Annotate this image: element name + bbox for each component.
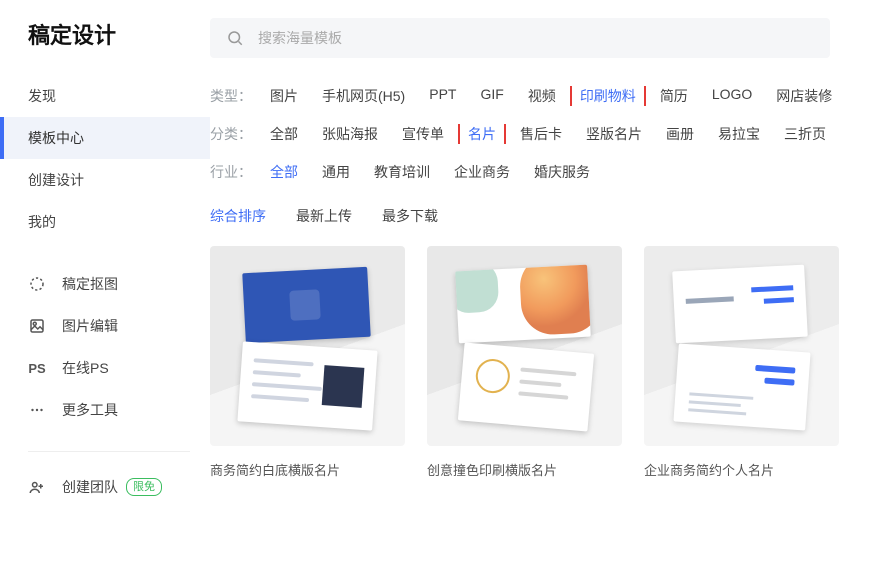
template-card[interactable]: 创意撞色印刷横版名片 — [427, 246, 622, 479]
nav-main: 发现 模板中心 创建设计 我的 — [0, 75, 210, 243]
type-gif[interactable]: GIF — [480, 86, 503, 106]
template-thumb — [427, 246, 622, 446]
search-input[interactable] — [256, 29, 814, 47]
team-badge: 限免 — [126, 478, 162, 496]
cat-book[interactable]: 画册 — [666, 124, 694, 144]
type-ppt[interactable]: PPT — [429, 86, 456, 106]
template-title: 创意撞色印刷横版名片 — [427, 460, 622, 479]
cat-trifold[interactable]: 三折页 — [784, 124, 826, 144]
filter-cat-row: 分类： 全部 张贴海报 宣传单 名片 售后卡 竖版名片 画册 易拉宝 三折页 — [210, 124, 876, 144]
main: 类型： 图片 手机网页(H5) PPT GIF 视频 印刷物料 简历 LOGO … — [210, 0, 880, 565]
template-card[interactable]: 企业商务简约个人名片 — [644, 246, 839, 479]
nav-create[interactable]: 创建设计 — [0, 159, 210, 201]
ind-general[interactable]: 通用 — [322, 162, 350, 182]
sidebar: 稿定设计 发现 模板中心 创建设计 我的 稿定抠图 图片编辑 PS 在线PS 更… — [0, 0, 210, 565]
create-team[interactable]: 创建团队 限免 — [0, 466, 210, 508]
sort-newest[interactable]: 最新上传 — [296, 206, 352, 226]
type-video[interactable]: 视频 — [528, 86, 556, 106]
template-thumb — [644, 246, 839, 446]
more-icon — [28, 401, 46, 419]
type-image[interactable]: 图片 — [270, 86, 298, 106]
filter-label: 类型： — [210, 86, 270, 106]
ps-icon: PS — [28, 359, 46, 377]
sort-row: 综合排序 最新上传 最多下载 — [210, 206, 880, 226]
filters: 类型： 图片 手机网页(H5) PPT GIF 视频 印刷物料 简历 LOGO … — [210, 86, 880, 182]
nav-label: 创建设计 — [28, 170, 84, 190]
tool-online-ps[interactable]: PS 在线PS — [0, 347, 210, 389]
cat-all[interactable]: 全部 — [270, 124, 298, 144]
template-grid: 商务简约白底横版名片 创意撞色印刷横版名片 企业商务简约个人名片 — [210, 246, 880, 479]
type-shop[interactable]: 网店装修 — [776, 86, 832, 106]
tool-label: 稿定抠图 — [62, 274, 118, 294]
template-card[interactable]: 商务简约白底横版名片 — [210, 246, 405, 479]
type-resume[interactable]: 简历 — [660, 86, 688, 106]
brand-title: 稿定设计 — [0, 18, 210, 75]
sort-default[interactable]: 综合排序 — [210, 206, 266, 226]
cat-flyer[interactable]: 宣传单 — [402, 124, 444, 144]
cat-card[interactable]: 名片 — [458, 124, 506, 144]
filter-label: 行业： — [210, 162, 270, 182]
tool-label: 在线PS — [62, 358, 109, 378]
type-logo[interactable]: LOGO — [712, 86, 752, 106]
nav-label: 模板中心 — [28, 128, 84, 148]
type-print[interactable]: 印刷物料 — [570, 86, 646, 106]
type-h5[interactable]: 手机网页(H5) — [322, 86, 405, 106]
filter-label: 分类： — [210, 124, 270, 144]
nav-tools: 稿定抠图 图片编辑 PS 在线PS 更多工具 — [0, 263, 210, 431]
dotted-circle-icon — [28, 275, 46, 293]
filter-type-row: 类型： 图片 手机网页(H5) PPT GIF 视频 印刷物料 简历 LOGO … — [210, 86, 876, 106]
ind-all[interactable]: 全部 — [270, 162, 298, 182]
cat-after[interactable]: 售后卡 — [520, 124, 562, 144]
tool-label: 更多工具 — [62, 400, 118, 420]
ind-biz[interactable]: 企业商务 — [454, 162, 510, 182]
team-label: 创建团队 — [62, 477, 118, 497]
ind-wedding[interactable]: 婚庆服务 — [534, 162, 590, 182]
filter-ind-row: 行业： 全部 通用 教育培训 企业商务 婚庆服务 — [210, 162, 876, 182]
nav-label: 发现 — [28, 86, 56, 106]
nav-label: 我的 — [28, 212, 56, 232]
team-icon — [28, 478, 46, 496]
tool-label: 图片编辑 — [62, 316, 118, 336]
tool-cutout[interactable]: 稿定抠图 — [0, 263, 210, 305]
sort-downloads[interactable]: 最多下载 — [382, 206, 438, 226]
search-icon — [226, 29, 244, 47]
cat-vcard[interactable]: 竖版名片 — [586, 124, 642, 144]
nav-templates[interactable]: 模板中心 — [0, 117, 210, 159]
template-thumb — [210, 246, 405, 446]
ind-edu[interactable]: 教育培训 — [374, 162, 430, 182]
nav-mine[interactable]: 我的 — [0, 201, 210, 243]
search-bar[interactable] — [210, 18, 830, 58]
nav-discover[interactable]: 发现 — [0, 75, 210, 117]
cat-rollup[interactable]: 易拉宝 — [718, 124, 760, 144]
template-title: 商务简约白底横版名片 — [210, 460, 405, 479]
tool-more[interactable]: 更多工具 — [0, 389, 210, 431]
cat-poster[interactable]: 张贴海报 — [322, 124, 378, 144]
template-title: 企业商务简约个人名片 — [644, 460, 839, 479]
tool-photo-edit[interactable]: 图片编辑 — [0, 305, 210, 347]
divider — [28, 451, 190, 452]
photo-icon — [28, 317, 46, 335]
